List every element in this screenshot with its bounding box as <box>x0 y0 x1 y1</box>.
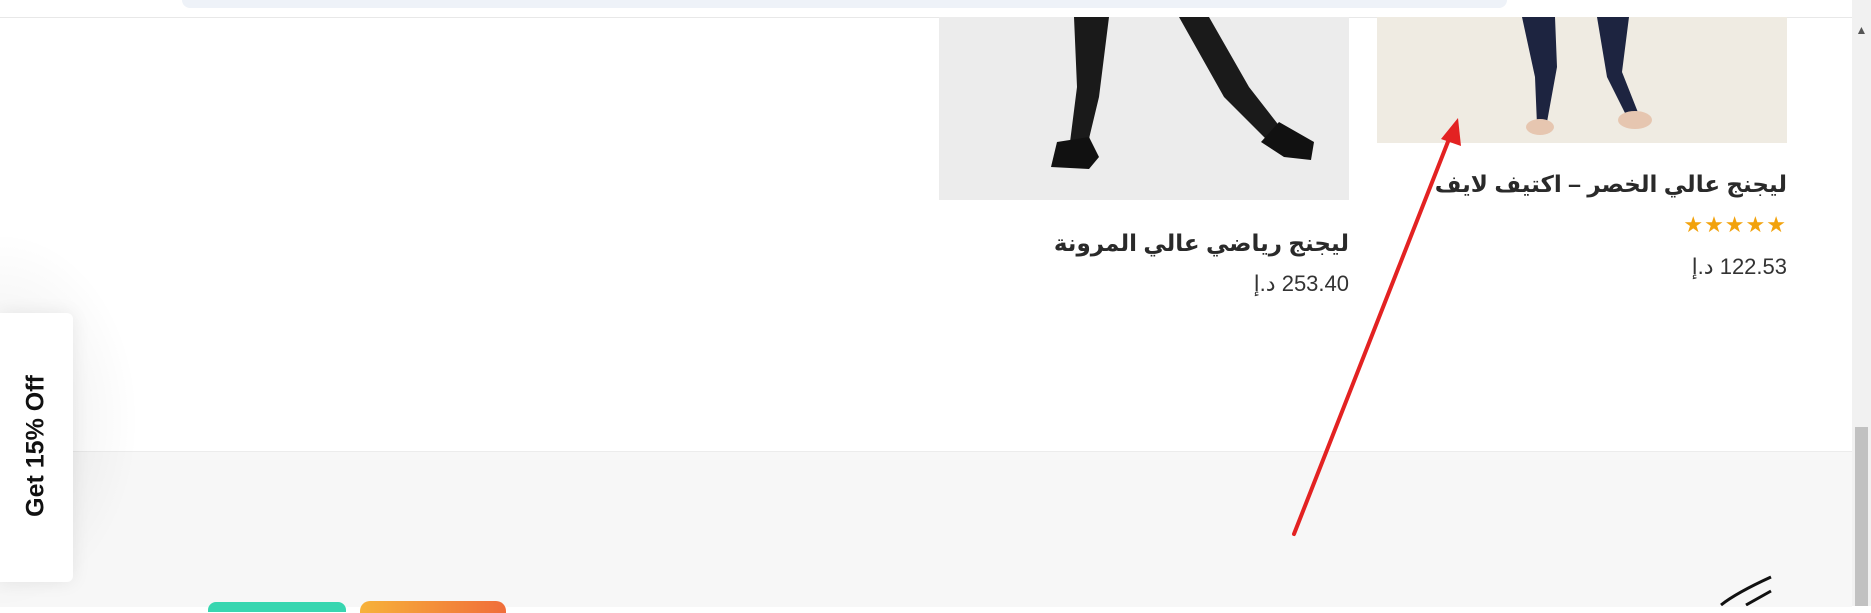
scrollbar-thumb[interactable] <box>1855 427 1868 606</box>
product-title[interactable]: ليجنج عالي الخصر – اكتيف لايف <box>1435 171 1787 198</box>
footer-badge-teal[interactable] <box>208 602 346 612</box>
footer-badge-orange[interactable] <box>360 601 506 613</box>
product-price: 122.53 د.إ <box>1691 254 1787 279</box>
leggings-photo-illustration <box>1522 17 1652 135</box>
discount-popup-label[interactable]: Get 15% Off <box>22 375 51 517</box>
star-icon: ★ <box>1704 212 1725 237</box>
product-image-flex-leggings[interactable] <box>939 17 1349 200</box>
leggings-photo-illustration <box>1051 17 1314 169</box>
product-title[interactable]: ليجنج رياضي عالي المرونة <box>1054 230 1349 257</box>
footer-logo <box>1720 575 1772 606</box>
scroll-up-arrow-icon[interactable]: ▲ <box>1852 16 1871 44</box>
star-icon: ★ <box>1745 212 1767 237</box>
star-icon: ★ <box>1683 212 1705 237</box>
product-card-high-waist-leggings[interactable]: ليجنج عالي الخصر – اكتيف لايف ★★★★★ 122.… <box>1377 17 1787 287</box>
footer-section <box>0 451 1852 607</box>
star-icon: ★ <box>1766 212 1787 237</box>
star-icon: ★ <box>1724 212 1746 237</box>
product-card-flex-leggings[interactable]: ليجنج رياضي عالي المرونة 253.40 د.إ <box>939 17 1349 307</box>
product-rating: ★★★★★ <box>1683 212 1787 238</box>
product-price: 253.40 د.إ <box>1253 271 1349 296</box>
product-image-high-waist-leggings[interactable] <box>1377 17 1787 143</box>
search-bar[interactable] <box>182 0 1507 8</box>
browser-top-strip <box>0 0 1852 18</box>
